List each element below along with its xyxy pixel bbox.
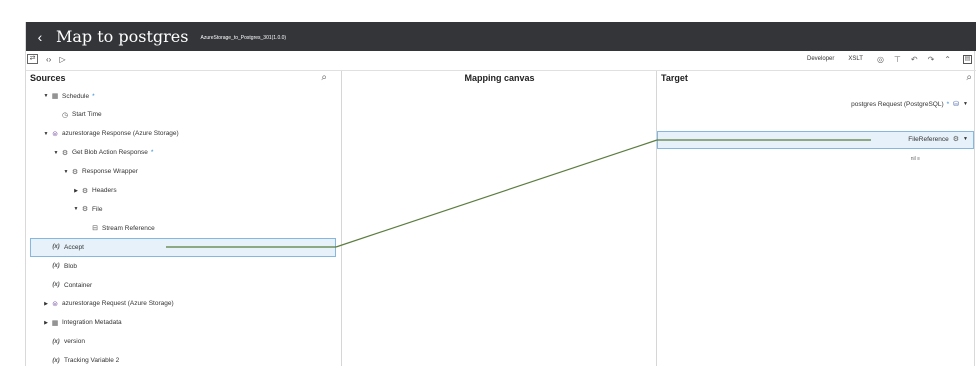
mapper-window: ‹ Map to postgres AzureStorage_to_Postgr… <box>25 22 976 366</box>
mapping-wire[interactable] <box>26 22 976 366</box>
connector-line <box>335 139 658 248</box>
